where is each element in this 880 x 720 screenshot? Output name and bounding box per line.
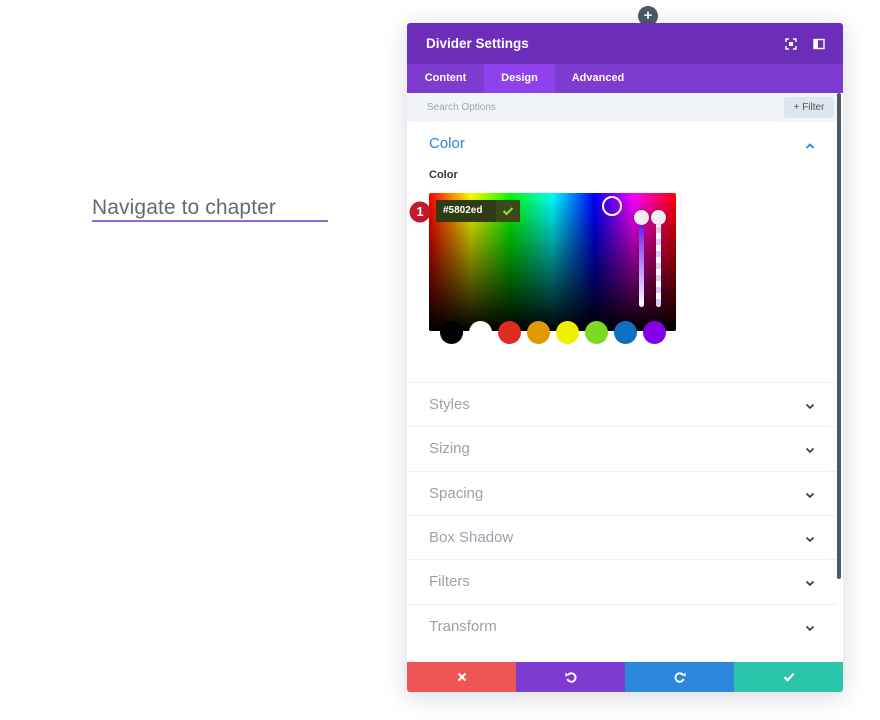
modal-footer — [407, 662, 843, 692]
step-number-badge: 1 — [409, 201, 431, 223]
close-icon — [457, 672, 467, 682]
swatch-yellow[interactable] — [556, 321, 579, 344]
undo-button[interactable] — [516, 662, 625, 692]
section-label: Filters — [429, 573, 470, 590]
section-sizing[interactable]: Sizing — [407, 426, 837, 470]
modal-tabs: Content Design Advanced — [407, 64, 843, 93]
chevron-down-icon — [804, 576, 816, 588]
section-label: Styles — [429, 396, 470, 413]
check-icon — [496, 207, 520, 226]
confirm-color-button[interactable] — [496, 200, 520, 222]
tab-advanced[interactable]: Advanced — [555, 64, 641, 93]
save-button[interactable] — [734, 662, 843, 692]
modal-title: Divider Settings — [426, 36, 529, 51]
color-field-label: Color — [429, 169, 458, 181]
opacity-slider-knob[interactable] — [651, 210, 666, 225]
divider-line[interactable] — [92, 220, 328, 222]
lightness-slider[interactable] — [639, 215, 644, 307]
section-label: Sizing — [429, 440, 470, 457]
chevron-up-icon[interactable] — [804, 139, 816, 151]
section-color-title[interactable]: Color — [429, 135, 465, 152]
opacity-slider[interactable] — [656, 215, 661, 307]
builder-canvas: Navigate to chapter + Divider Settings C… — [0, 0, 880, 720]
redo-icon — [674, 672, 686, 683]
section-label: Box Shadow — [429, 529, 514, 546]
check-icon — [783, 673, 795, 682]
undo-icon — [565, 672, 577, 683]
swatch-purple[interactable] — [643, 321, 666, 344]
page-link-text[interactable]: Navigate to chapter — [92, 196, 276, 220]
chevron-down-icon — [804, 488, 816, 500]
search-bar: + Filter — [407, 93, 837, 122]
section-styles[interactable]: Styles — [407, 382, 837, 426]
redo-button[interactable] — [625, 662, 734, 692]
step-number: 1 — [416, 204, 424, 219]
lightness-slider-knob[interactable] — [634, 210, 649, 225]
section-box-shadow[interactable]: Box Shadow — [407, 515, 837, 559]
sidebar-toggle-icon[interactable] — [811, 36, 827, 52]
section-transform[interactable]: Transform — [407, 604, 837, 648]
section-label: Transform — [429, 618, 497, 635]
color-picker-area[interactable]: #5802ed — [429, 193, 676, 331]
swatch-white[interactable] — [469, 321, 492, 344]
swatch-red[interactable] — [498, 321, 521, 344]
hex-value-input[interactable]: #5802ed — [436, 200, 496, 222]
filter-button[interactable]: + Filter — [784, 97, 834, 118]
section-spacing[interactable]: Spacing — [407, 471, 837, 515]
chevron-down-icon — [804, 399, 816, 411]
color-picker-handle[interactable] — [602, 196, 622, 216]
discard-button[interactable] — [407, 662, 516, 692]
chevron-down-icon — [804, 621, 816, 633]
swatch-black[interactable] — [440, 321, 463, 344]
section-filters[interactable]: Filters — [407, 559, 837, 603]
plus-icon: + — [643, 7, 653, 24]
chevron-down-icon — [804, 532, 816, 544]
tab-content[interactable]: Content — [407, 64, 484, 93]
search-options-input[interactable] — [427, 93, 727, 122]
section-label: Spacing — [429, 485, 484, 502]
swatch-orange[interactable] — [527, 321, 550, 344]
scrollbar[interactable] — [837, 93, 841, 579]
swatch-green[interactable] — [585, 321, 608, 344]
modal-header: Divider Settings — [407, 23, 843, 64]
fullscreen-icon[interactable] — [783, 36, 799, 52]
settings-modal: Divider Settings Content Design Advanced — [407, 23, 843, 692]
tab-design[interactable]: Design — [484, 64, 555, 93]
chevron-down-icon — [804, 443, 816, 455]
swatch-blue[interactable] — [614, 321, 637, 344]
